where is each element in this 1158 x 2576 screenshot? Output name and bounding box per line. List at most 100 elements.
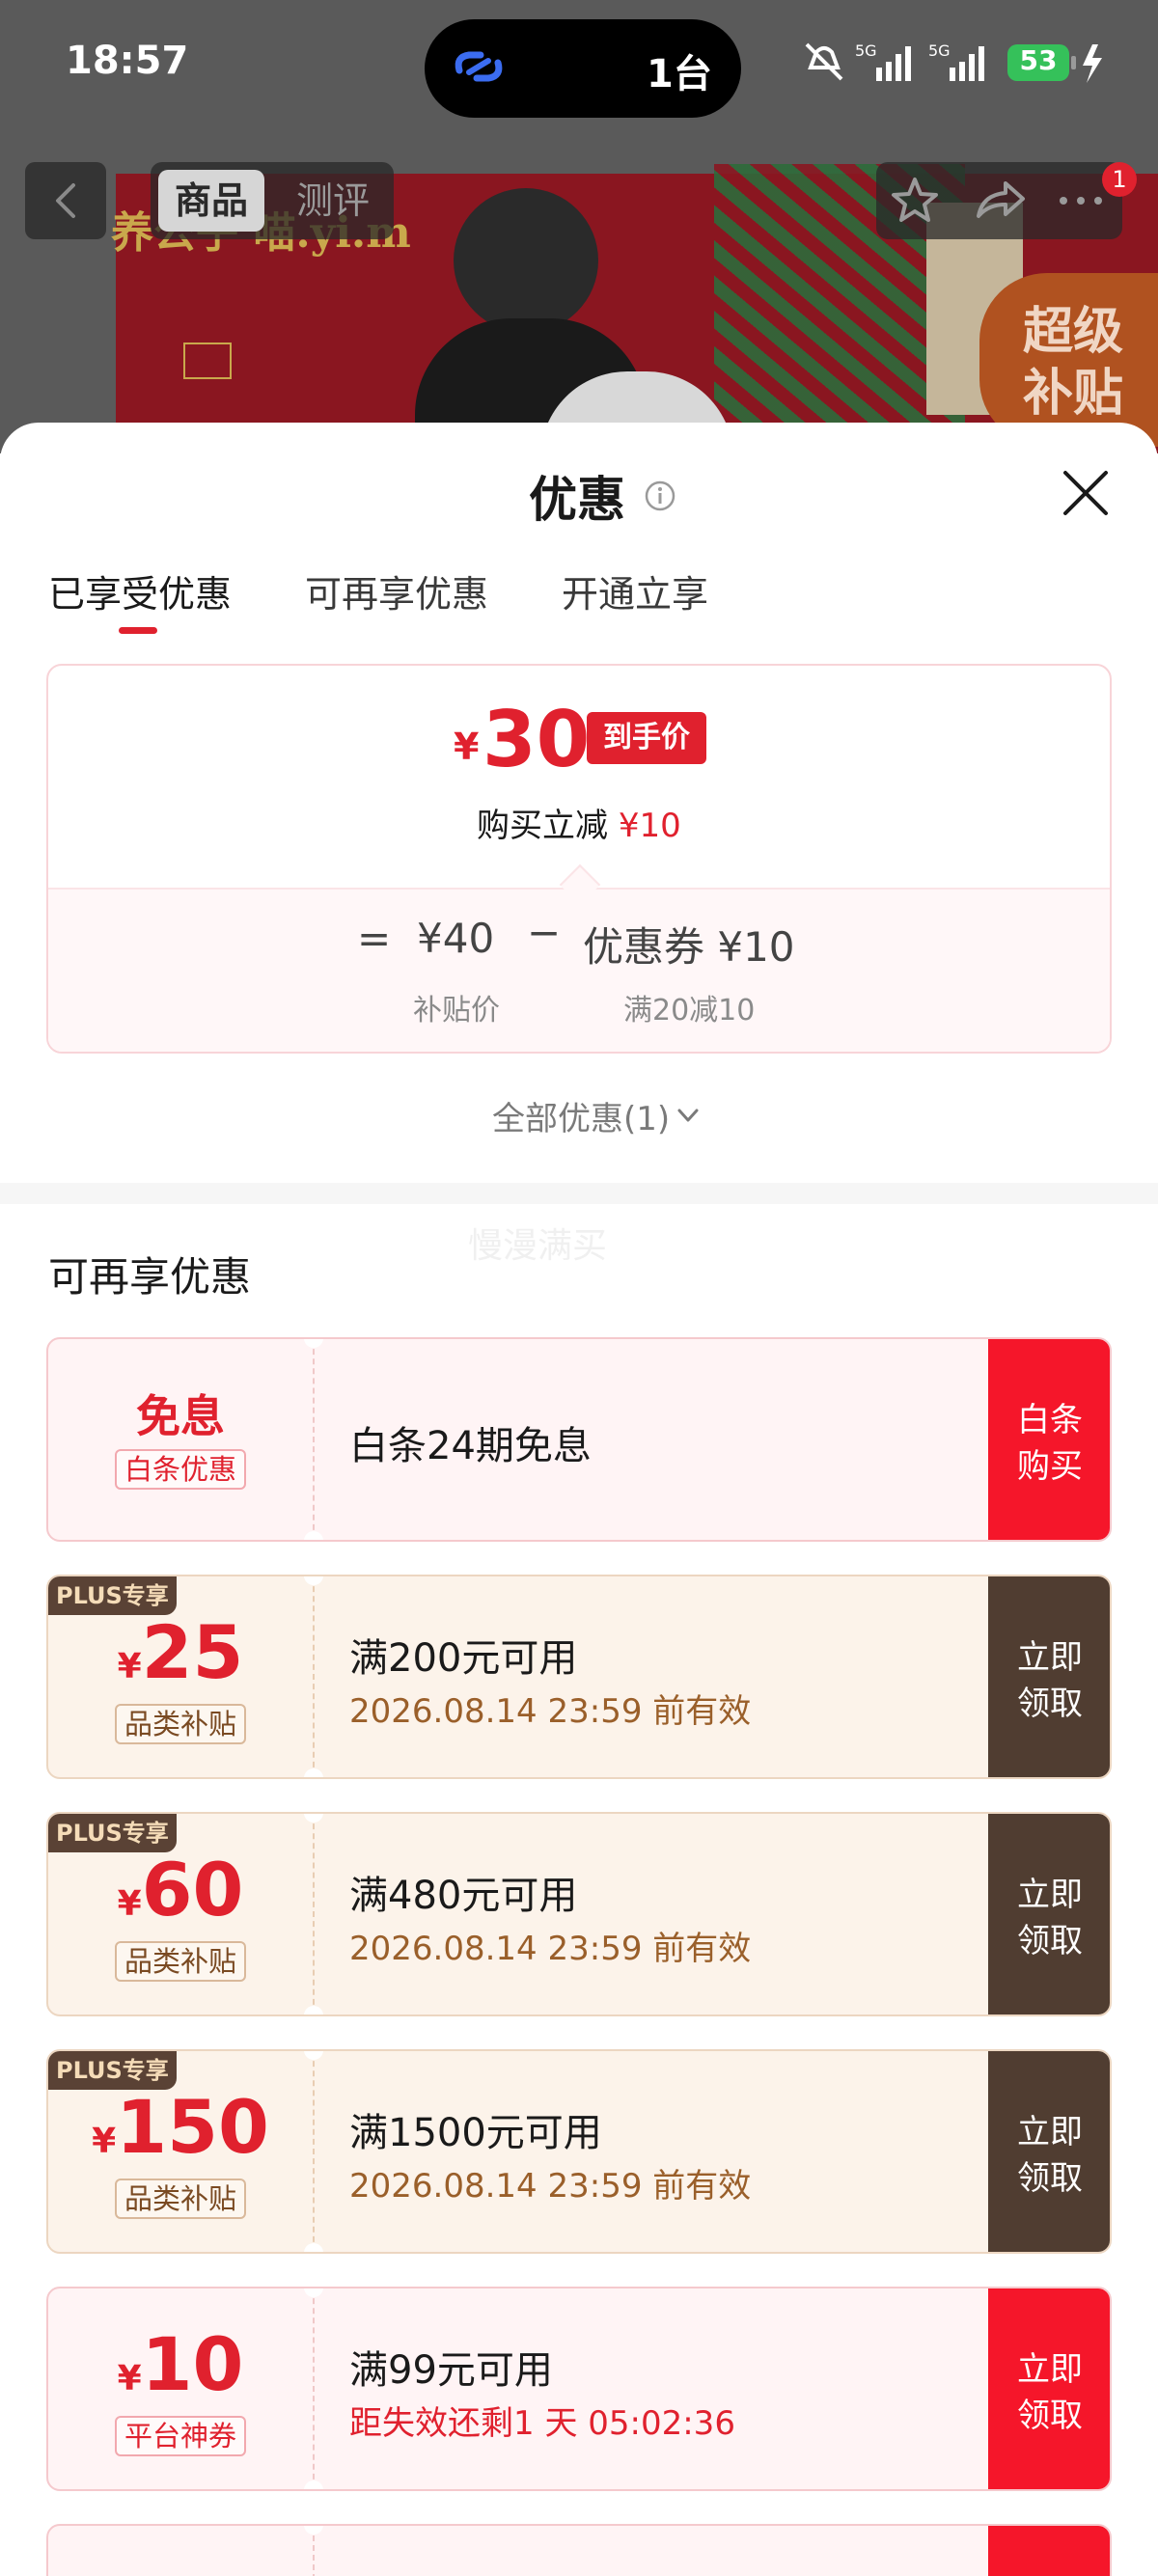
coupon-divider	[313, 1576, 315, 1777]
watermark-text: 慢漫满买	[468, 1226, 608, 1266]
tab-review[interactable]: 测评	[280, 170, 386, 232]
claim-button[interactable]: 立即 领取	[988, 1576, 1110, 1777]
svg-text:5G: 5G	[928, 41, 951, 60]
section-title-more-discounts: 可再享优惠	[48, 1253, 252, 1301]
action-label-2: 购买	[1017, 1447, 1083, 1486]
claim-button[interactable]: 立即 领取	[988, 1814, 1110, 2014]
link-icon	[455, 51, 503, 82]
chevron-down-icon[interactable]	[676, 1103, 701, 1128]
super-subsidy-line-2: 补贴	[1023, 365, 1124, 423]
reduction-label: 购买立减	[477, 807, 608, 845]
tab-product[interactable]: 商品	[158, 170, 264, 232]
mute-icon	[805, 42, 843, 81]
action-label-1: 立即	[1017, 1638, 1083, 1677]
coupon-amount: ¥60	[48, 1847, 313, 1932]
coupon-card-plus-25: PLUS专享 ¥25 品类补贴 满200元可用 2026.08.14 23:59…	[46, 1575, 1112, 1779]
final-price: 30	[482, 695, 591, 784]
tab-underline	[119, 627, 157, 634]
coupon-amount-value: 150	[116, 2084, 269, 2170]
baitiao-buy-button[interactable]: 白条 购买	[988, 1339, 1110, 1540]
coupon-amount-value: 10	[141, 2321, 244, 2407]
coupon-currency: ¥	[92, 2122, 117, 2161]
price-breakdown-area	[48, 888, 1110, 1052]
coupon-type-tag: 品类补贴	[48, 2179, 313, 2219]
final-price-tag: 到手价	[587, 712, 706, 764]
claim-button[interactable]: 立即 领取	[988, 2288, 1110, 2489]
chevron-left-icon	[56, 183, 75, 218]
tab-activate[interactable]: 开通立享	[562, 564, 708, 617]
signal-icon-1: 5G	[855, 41, 911, 81]
claim-button[interactable]: 立即 领取	[988, 2051, 1110, 2252]
coupon-currency: ¥	[117, 2359, 142, 2398]
coupon-type-tag: 平台神券	[48, 2416, 313, 2456]
action-label-1: 立即	[1017, 2113, 1083, 2151]
subsidy-price: ¥40	[417, 915, 495, 962]
claim-button-partial[interactable]	[988, 2526, 1110, 2576]
action-label-2: 领取	[1017, 1685, 1083, 1723]
coupon-amount: ¥10	[48, 2321, 313, 2407]
sheet-title: 优惠	[529, 472, 625, 528]
coupon-card-interest-free: 免息 白条优惠 白条24期免息 白条 购买	[46, 1337, 1112, 1542]
info-icon[interactable]	[644, 480, 676, 512]
coupon-notch	[304, 2288, 323, 2297]
final-price-currency: ¥	[454, 726, 480, 768]
status-icons: 5G 5G	[805, 41, 1102, 83]
coupon-validity: 2026.08.14 23:59 前有效	[349, 1692, 752, 1731]
section-divider	[0, 1183, 1158, 1204]
action-label-1: 白条	[1017, 1401, 1083, 1439]
coupon-type-label: 白条优惠	[114, 1449, 246, 1490]
banner-person-head	[454, 188, 598, 333]
more-icon[interactable]	[1052, 172, 1110, 230]
coupon-type-label: 平台神券	[114, 2416, 246, 2456]
coupon-condition: 满200元可用	[349, 1636, 578, 1681]
minus-sign: −	[527, 909, 562, 956]
coupon-condition: 满1500元可用	[349, 2111, 602, 2155]
coupon-type-label: 品类补贴	[114, 1704, 246, 1744]
coupon-notch	[304, 2006, 323, 2014]
instant-reduction: 购买立减 ¥10	[477, 799, 681, 846]
island-text: 1台	[647, 52, 712, 96]
discount-tabs: 已享受优惠 可再享优惠 开通立享	[0, 564, 1158, 632]
coupon-notch	[304, 2480, 323, 2489]
reduction-amount: ¥10	[618, 807, 681, 845]
star-icon[interactable]	[886, 172, 944, 230]
svg-text:5G: 5G	[855, 41, 877, 60]
action-label-2: 领取	[1017, 2397, 1083, 2435]
coupon-card-plus-60: PLUS专享 ¥60 品类补贴 满480元可用 2026.08.14 23:59…	[46, 1812, 1112, 2016]
coupon-validity: 2026.08.14 23:59 前有效	[349, 1930, 752, 1968]
status-time: 18:57	[66, 39, 189, 83]
coupon-notch	[304, 1768, 323, 1777]
coupon-countdown: 距失效还剩1 天 05:02:36	[349, 2404, 735, 2443]
coupon-divider	[313, 1339, 315, 1540]
battery-level: 53	[1019, 44, 1058, 76]
coupon-amount: ¥150	[48, 2084, 313, 2170]
coupon-rule-label: 满20减10	[623, 994, 756, 1028]
all-discounts-toggle[interactable]: 全部优惠(1)	[492, 1092, 670, 1139]
coupon-notch	[304, 1531, 323, 1540]
coupon-type-tag: 白条优惠	[48, 1449, 313, 1490]
coupon-divider	[313, 2051, 315, 2252]
banner-logo-box	[183, 343, 232, 379]
coupon-deduction: 优惠券 ¥10	[583, 923, 795, 971]
super-subsidy-badge[interactable]: 超级 补贴	[979, 273, 1158, 447]
coupon-validity: 2026.08.14 23:59 前有效	[349, 2167, 752, 2206]
share-icon[interactable]	[971, 172, 1029, 230]
coupon-condition: 白条24期免息	[349, 1424, 592, 1468]
back-button[interactable]	[25, 162, 106, 239]
action-label-2: 领取	[1017, 1922, 1083, 1960]
coupon-condition: 满99元可用	[349, 2348, 553, 2393]
notification-badge: 1	[1102, 162, 1137, 197]
action-label-1: 立即	[1017, 2350, 1083, 2389]
tab-enjoyed[interactable]: 已享受优惠	[48, 564, 232, 617]
coupon-divider	[313, 2288, 315, 2489]
coupon-notch	[304, 2243, 323, 2252]
action-label-2: 领取	[1017, 2159, 1083, 2198]
coupon-type-label: 品类补贴	[114, 1941, 246, 1982]
coupon-currency: ¥	[117, 1647, 142, 1686]
close-icon[interactable]	[1060, 467, 1112, 519]
coupon-type-label: 品类补贴	[114, 2179, 246, 2219]
tab-more-available[interactable]: 可再享优惠	[305, 564, 488, 617]
subsidy-price-label: 补贴价	[413, 994, 500, 1028]
coupon-notch	[304, 1576, 323, 1585]
coupon-notch	[304, 1339, 323, 1348]
